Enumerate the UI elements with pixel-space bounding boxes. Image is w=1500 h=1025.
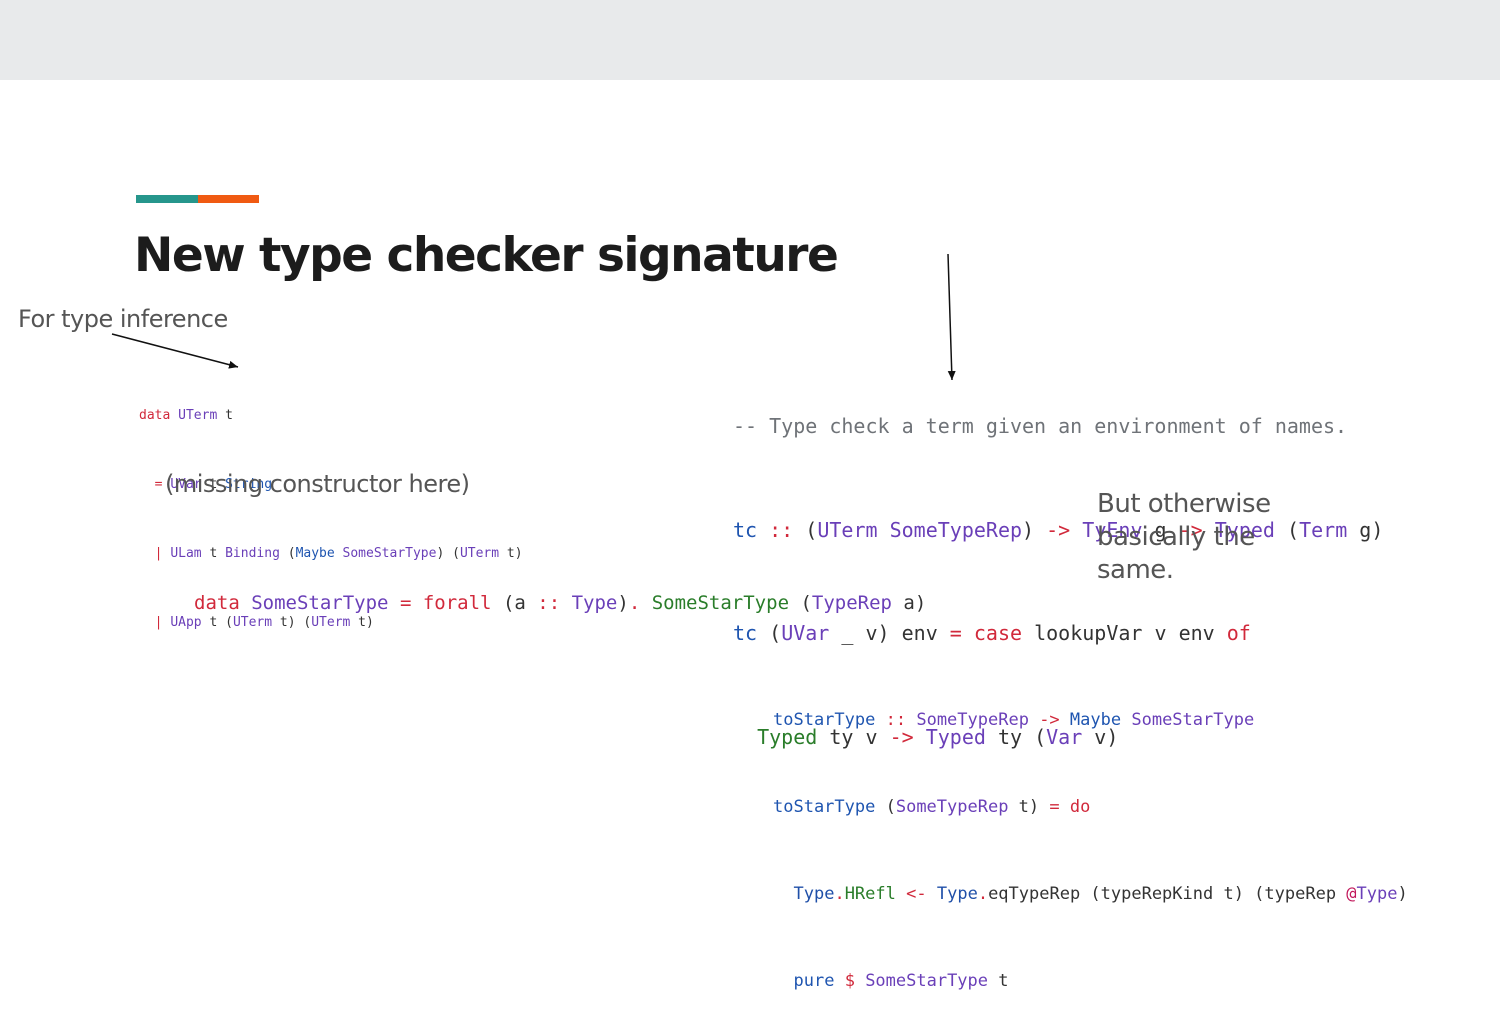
annotation-arrows — [111, 253, 956, 381]
to-star-type-line-3: Type.HRefl <- Type.eqTypeRep (typeRepKin… — [793, 884, 1408, 904]
to-star-type-line-4: pure $ SomeStarType t — [793, 971, 1009, 991]
arrow-to-some-type-rep — [947, 253, 956, 381]
arrow-to-uterm-param — [111, 333, 239, 369]
